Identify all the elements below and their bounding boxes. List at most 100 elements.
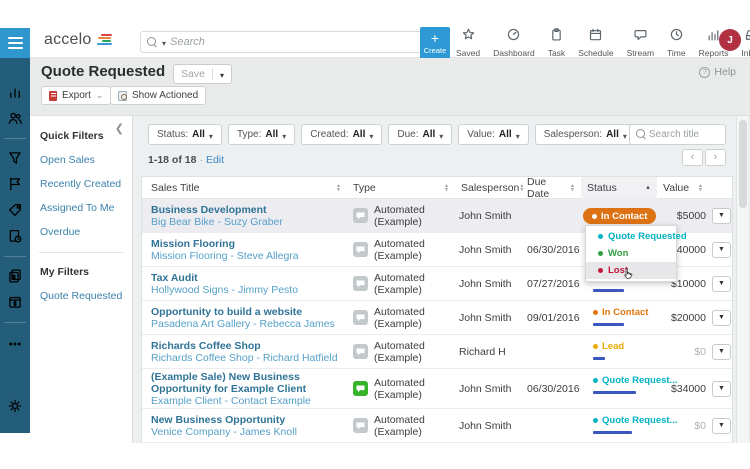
status-cell: Lead: [581, 335, 657, 368]
row-actions-button[interactable]: ▼: [712, 343, 731, 360]
column-header-status[interactable]: Status ▲: [581, 177, 657, 199]
sale-title-link[interactable]: Business Development: [151, 204, 347, 216]
actions-cell: ▼: [709, 275, 732, 292]
quick-filter-link[interactable]: Overdue: [40, 226, 132, 238]
filter-chip-value[interactable]: Value: All: [458, 124, 529, 145]
top-header: accelo + Create Saved Dashboard Task Schedu…: [0, 25, 750, 60]
table-row[interactable]: (Example Sale) New Business Opportunity …: [142, 369, 732, 409]
status-option-quoterequested[interactable]: Quote Requested: [586, 228, 687, 245]
table-row[interactable]: Opportunity to build a website Pasadena A…: [142, 301, 732, 335]
billing-icon: [8, 295, 22, 314]
filter-chip-status[interactable]: Status: All: [148, 124, 222, 145]
left-sidebar: [0, 58, 30, 433]
nav-item-saved[interactable]: Saved: [456, 28, 480, 58]
export-button[interactable]: Export: [41, 86, 112, 105]
column-header-sales-title[interactable]: Sales Title ▲ ▼: [142, 177, 347, 199]
sale-title-link[interactable]: New Business Opportunity: [151, 414, 347, 426]
title-search[interactable]: [629, 124, 726, 145]
sale-company-link[interactable]: Venice Company - James Knoll: [151, 426, 347, 438]
sales-funnel-icon: [8, 151, 22, 170]
save-button[interactable]: Save: [173, 64, 232, 84]
hamburger-menu-icon[interactable]: [0, 28, 30, 58]
scrollbar-thumb[interactable]: [739, 120, 747, 208]
actions-cell: ▼: [709, 207, 732, 224]
row-actions-button[interactable]: ▼: [712, 241, 731, 258]
nav-item-schedule[interactable]: Schedule: [578, 28, 614, 58]
help-link[interactable]: ? Help: [699, 66, 736, 78]
create-button[interactable]: + Create: [420, 27, 450, 60]
global-search[interactable]: [140, 31, 425, 53]
collapse-panel-icon[interactable]: ❮: [115, 122, 124, 135]
chip-value: All: [352, 129, 366, 140]
title-search-input[interactable]: [649, 129, 719, 140]
status-indicator[interactable]: Quote Request...: [593, 415, 677, 434]
type-cell: Automated (Example): [347, 238, 455, 262]
sale-title-link[interactable]: (Example Sale) New Business Opportunity …: [151, 371, 347, 395]
filter-chip-salesperson[interactable]: Salesperson: All: [534, 124, 636, 145]
status-indicator[interactable]: Quote Request...: [593, 375, 677, 394]
row-actions-button[interactable]: ▼: [712, 275, 731, 292]
sale-title-link[interactable]: Tax Audit: [151, 272, 347, 284]
sidebar-settings-icon[interactable]: [0, 398, 30, 418]
row-actions-button[interactable]: ▼: [712, 380, 731, 397]
nav-item-time[interactable]: Time: [667, 28, 686, 58]
status-badge[interactable]: In Contact: [583, 208, 657, 224]
nav-item-stream[interactable]: Stream: [627, 28, 654, 58]
table-row[interactable]: Richards Coffee Shop Richards Coffee Shop…: [142, 335, 732, 369]
sale-company-link[interactable]: Richards Coffee Shop - Richard Hatfield: [151, 352, 347, 364]
column-header-value[interactable]: Value ▲ ▼: [657, 177, 709, 199]
sale-company-link[interactable]: Example Client - Contact Example: [151, 395, 347, 407]
show-actioned-button[interactable]: Show Actioned: [110, 86, 207, 105]
edit-link[interactable]: Edit: [206, 154, 224, 166]
global-search-input[interactable]: [170, 36, 418, 48]
scrollbar[interactable]: [736, 116, 748, 443]
column-header-type[interactable]: Type ▲ ▼: [347, 177, 455, 199]
sidebar-more-icon[interactable]: [0, 336, 30, 356]
nav-item-task[interactable]: Task: [548, 28, 565, 58]
user-avatar[interactable]: J: [719, 29, 741, 51]
nav-item-dashboard[interactable]: Dashboard: [493, 28, 535, 58]
status-option-won[interactable]: Won: [586, 245, 676, 262]
column-header-salesperson[interactable]: Salesperson ▲ ▼: [455, 177, 524, 199]
status-dot-icon: [593, 418, 598, 423]
prev-page-button[interactable]: ‹: [682, 149, 703, 166]
status-indicator[interactable]: In Contact: [593, 307, 648, 326]
sale-title-link[interactable]: Richards Coffee Shop: [151, 340, 347, 352]
sidebar-activity-chart-icon[interactable]: [0, 84, 30, 104]
type-label: Automated (Example): [374, 339, 425, 364]
quick-filter-link[interactable]: Open Sales: [40, 154, 132, 166]
plus-icon: +: [430, 30, 440, 46]
status-indicator[interactable]: Lead: [593, 341, 624, 360]
sale-company-link[interactable]: Pasadena Art Gallery - Rebecca James: [151, 318, 347, 330]
nav-item-inbox[interactable]: Inbox: [741, 28, 750, 58]
filter-chip-due[interactable]: Due: All: [388, 124, 453, 145]
next-page-button[interactable]: ›: [705, 149, 726, 166]
sidebar-sales-funnel-icon[interactable]: [0, 150, 30, 170]
my-filter-link[interactable]: Quote Requested: [40, 290, 132, 302]
row-actions-button[interactable]: ▼: [712, 207, 731, 224]
sidebar-projects-icon[interactable]: [0, 228, 30, 248]
schedule-icon: [589, 28, 602, 46]
sale-company-link[interactable]: Mission Flooring - Steve Allegra: [151, 250, 347, 262]
quick-filter-link[interactable]: Recently Created: [40, 178, 132, 190]
status-option-lost[interactable]: Lost: [586, 262, 676, 279]
row-actions-button[interactable]: ▼: [712, 417, 731, 434]
due-date-cell: 07/27/2016: [527, 277, 580, 290]
quick-filter-link[interactable]: Assigned To Me: [40, 202, 132, 214]
filter-chip-type[interactable]: Type: All: [227, 124, 296, 145]
sidebar-contacts-icon[interactable]: [0, 110, 30, 130]
table-row[interactable]: New Business Opportunity Venice Company -…: [142, 409, 732, 443]
sale-title-link[interactable]: Opportunity to build a website: [151, 306, 347, 318]
status-label: Quote Request...: [602, 375, 678, 386]
sidebar-tags-icon[interactable]: [0, 202, 30, 222]
filter-chip-created[interactable]: Created: All: [301, 124, 383, 145]
row-actions-button[interactable]: ▼: [712, 309, 731, 326]
sidebar-campaigns-icon[interactable]: [0, 176, 30, 196]
sale-company-link[interactable]: Big Bear Bike - Suzy Graber: [151, 216, 347, 228]
sidebar-billing-icon[interactable]: [0, 294, 30, 314]
column-header-due-date[interactable]: Due Date ▲ ▼: [521, 177, 581, 200]
sale-company-link[interactable]: Hollywood Signs - Jimmy Pesto: [151, 284, 347, 296]
sale-title-link[interactable]: Mission Flooring: [151, 238, 347, 250]
sidebar-invoices-icon[interactable]: [0, 268, 30, 288]
search-caret-icon[interactable]: [162, 33, 166, 51]
